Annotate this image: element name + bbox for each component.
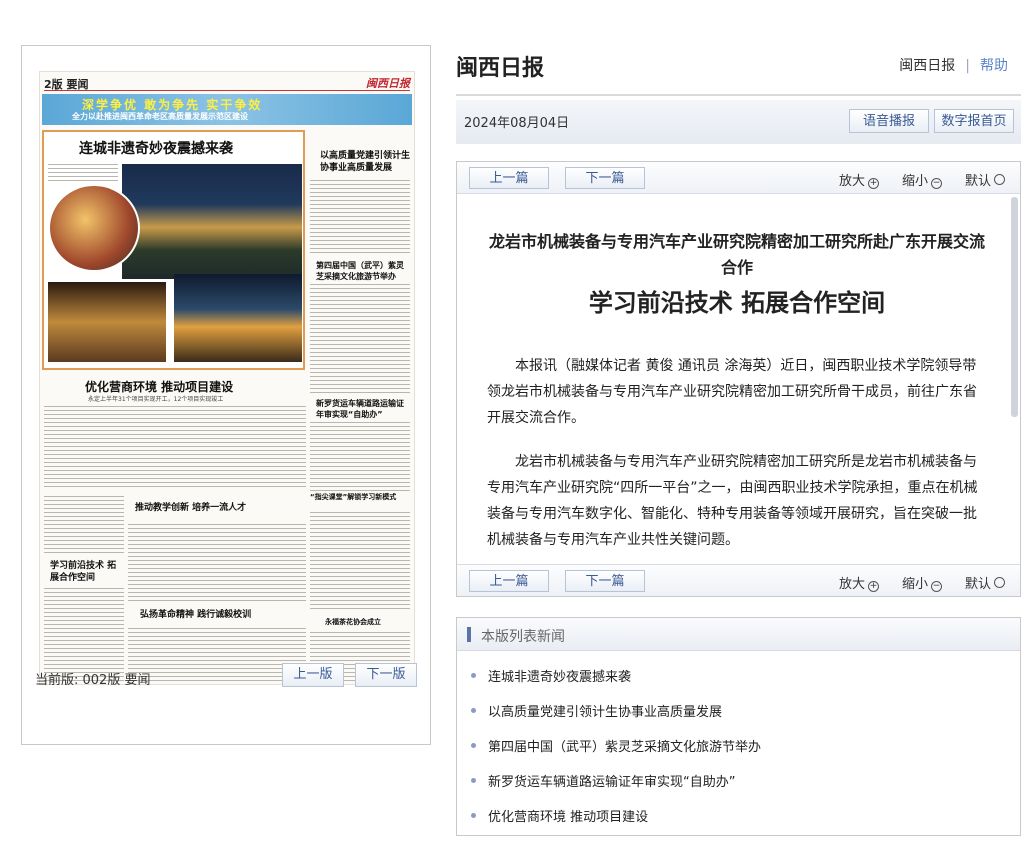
- text-block: [128, 628, 306, 682]
- list-item-label: 优化营商环境 推动项目建设: [488, 810, 649, 825]
- text-block: [44, 588, 124, 682]
- right-headline-3[interactable]: 新罗货运车辆道路运输证年审实现“自助办”: [316, 398, 410, 420]
- headline-business-environment[interactable]: 优化营商环境 推动项目建设: [85, 378, 285, 395]
- article-scrollbar[interactable]: [1011, 197, 1018, 417]
- next-edition-button[interactable]: 下一版: [355, 663, 417, 687]
- voice-broadcast-button[interactable]: 语音播报: [849, 109, 929, 133]
- text-block: [310, 512, 410, 612]
- newspaper-header: 2版 要闻 闽西日报: [44, 75, 410, 91]
- text-block: [48, 164, 118, 184]
- list-item[interactable]: 以高质量党建引领计生协事业高质量发展: [471, 701, 722, 720]
- list-item-label: 以高质量党建引领计生协事业高质量发展: [488, 705, 723, 720]
- zoom-out-label: 缩小: [902, 174, 929, 189]
- news-list-header: 本版列表新闻: [457, 618, 1020, 651]
- list-item-label: 新罗货运车辆道路运输证年审实现“自助办”: [488, 775, 736, 790]
- photo-festival-crowd: [122, 164, 302, 279]
- text-block: [310, 422, 410, 492]
- zoom-out-label: 缩小: [902, 577, 929, 592]
- zoom-default-label: 默认: [965, 174, 992, 189]
- mid-headline-1[interactable]: 推动教学创新 培养一流人才: [135, 500, 305, 513]
- right-headline-1[interactable]: 以高质量党建引领计生协事业高质量发展: [320, 150, 410, 174]
- feature-article-region[interactable]: 连城非遗奇妙夜震撼来袭: [42, 130, 305, 370]
- prev-article-button[interactable]: 上一篇: [469, 167, 549, 189]
- left-headline[interactable]: 学习前沿技术 拓展合作空间: [50, 560, 118, 584]
- list-item-label: 第四届中国（武平）紫灵芝采摘文化旅游节举办: [488, 740, 762, 755]
- zoom-out-control[interactable]: 缩小 −: [902, 170, 943, 189]
- zoom-in-label: 放大: [839, 174, 866, 189]
- bullet-icon: [471, 778, 476, 783]
- list-item[interactable]: 新罗货运车辆道路运输证年审实现“自助办”: [471, 771, 735, 790]
- top-links: 闽西日报 | 帮助: [899, 55, 1008, 75]
- page-news-list: 本版列表新闻 连城非遗奇妙夜震撼来袭 以高质量党建引领计生协事业高质量发展 第四…: [456, 617, 1021, 836]
- zoom-default-control[interactable]: 默认: [965, 170, 1006, 189]
- photo-night-show: [48, 282, 166, 362]
- photo-stage-lights: [174, 274, 302, 362]
- link-separator: |: [965, 58, 970, 74]
- mid-headline-2[interactable]: 弘扬革命精神 践行诚毅校训: [140, 607, 305, 620]
- digital-home-button[interactable]: 数字报首页: [934, 109, 1014, 133]
- masthead-logo: 闽西日报: [366, 77, 410, 90]
- header-marker-icon: [467, 627, 471, 642]
- photo-performer: [48, 184, 140, 272]
- bullet-icon: [471, 813, 476, 818]
- article-title: 学习前沿技术 拓展合作空间: [588, 289, 886, 317]
- bullet-icon: [471, 743, 476, 748]
- feature-headline: 连城非遗奇妙夜震撼来袭: [79, 141, 233, 157]
- circle-icon: [994, 174, 1006, 185]
- right-headline-4[interactable]: “指尖课堂”解锁学习新模式: [310, 492, 414, 502]
- list-item[interactable]: 优化营商环境 推动项目建设: [471, 806, 648, 825]
- circle-icon: [994, 577, 1006, 588]
- prev-edition-button[interactable]: 上一版: [282, 663, 344, 687]
- text-block: [310, 284, 410, 394]
- newspaper-panel: 2版 要闻 闽西日报 深学争优 敢为争先 实干争效 全力以赴推进闽西革命老区高质…: [21, 45, 431, 745]
- right-headline-2[interactable]: 第四届中国（武平）紫灵芝采摘文化旅游节举办: [316, 260, 410, 282]
- list-item[interactable]: 连城非遗奇妙夜震撼来袭: [471, 666, 631, 685]
- zoom-default-label: 默认: [965, 577, 992, 592]
- headline-business-sub: 永定上半年31个项目实现开工，12个项目实现竣工: [88, 396, 224, 403]
- page-label: 2版 要闻: [44, 78, 89, 91]
- newspaper-banner: 深学争优 敢为争先 实干争效 全力以赴推进闽西革命老区高质量发展示范区建设: [42, 94, 412, 125]
- plus-circle-icon: +: [868, 581, 880, 592]
- zoom-in-label: 放大: [839, 577, 866, 592]
- help-link[interactable]: 帮助: [980, 58, 1008, 74]
- prev-article-button-bottom[interactable]: 上一篇: [469, 570, 549, 592]
- bullet-icon: [471, 708, 476, 713]
- article-subtitle: 龙岩市机械装备与专用汽车产业研究院精密加工研究所赴广东开展交流合作: [488, 232, 985, 277]
- header-divider: [456, 94, 1021, 96]
- article-content[interactable]: 龙岩市机械装备与专用汽车产业研究院精密加工研究所赴广东开展交流合作 学习前沿技术…: [457, 195, 1020, 564]
- zoom-out-control-bottom[interactable]: 缩小 −: [902, 573, 943, 592]
- bullet-icon: [471, 673, 476, 678]
- article-paragraph-2: 龙岩市机械装备与专用汽车产业研究院精密加工研究所是龙岩市机械装备与专用汽车产业研…: [487, 454, 978, 548]
- article-toolbar-top: 上一篇 下一篇 放大 + 缩小 − 默认: [457, 162, 1020, 194]
- zoom-in-control-bottom[interactable]: 放大 +: [839, 573, 880, 592]
- newspaper-page-image[interactable]: 2版 要闻 闽西日报 深学争优 敢为争先 实干争效 全力以赴推进闽西革命老区高质…: [39, 71, 415, 685]
- banner-line-2: 全力以赴推进闽西革命老区高质量发展示范区建设: [72, 112, 248, 121]
- minus-circle-icon: −: [931, 581, 943, 592]
- article-toolbar-bottom: 上一篇 下一篇 放大 + 缩小 − 默认: [457, 564, 1020, 596]
- text-block: [44, 406, 306, 488]
- list-item-label: 连城非遗奇妙夜震撼来袭: [488, 670, 632, 685]
- date-bar: 2024年08月04日 语音播报 数字报首页: [456, 100, 1021, 144]
- list-item[interactable]: 第四届中国（武平）紫灵芝采摘文化旅游节举办: [471, 736, 761, 755]
- article-box: 上一篇 下一篇 放大 + 缩小 − 默认 龙岩市机械装备与专用汽车产业研究院精密加工…: [456, 161, 1021, 597]
- right-headline-5[interactable]: 永福茶花协会成立: [325, 617, 411, 627]
- next-article-button-bottom[interactable]: 下一篇: [565, 570, 645, 592]
- text-block: [310, 180, 410, 255]
- issue-date: 2024年08月04日: [464, 116, 570, 131]
- article-paragraph-1: 本报讯（融媒体记者 黄俊 通讯员 涂海英）近日，闽西职业技术学院领导带领龙岩市机…: [487, 358, 977, 426]
- minus-circle-icon: −: [931, 178, 943, 189]
- plus-circle-icon: +: [868, 178, 880, 189]
- zoom-default-control-bottom[interactable]: 默认: [965, 573, 1006, 592]
- news-list-heading: 本版列表新闻: [481, 629, 565, 645]
- current-edition-label: 当前版: 002版 要闻: [35, 673, 151, 688]
- next-article-button[interactable]: 下一篇: [565, 167, 645, 189]
- site-title: 闽西日报: [456, 56, 545, 81]
- text-block: [128, 524, 306, 604]
- text-block: [44, 496, 124, 556]
- home-link[interactable]: 闽西日报: [899, 58, 955, 74]
- zoom-in-control[interactable]: 放大 +: [839, 170, 880, 189]
